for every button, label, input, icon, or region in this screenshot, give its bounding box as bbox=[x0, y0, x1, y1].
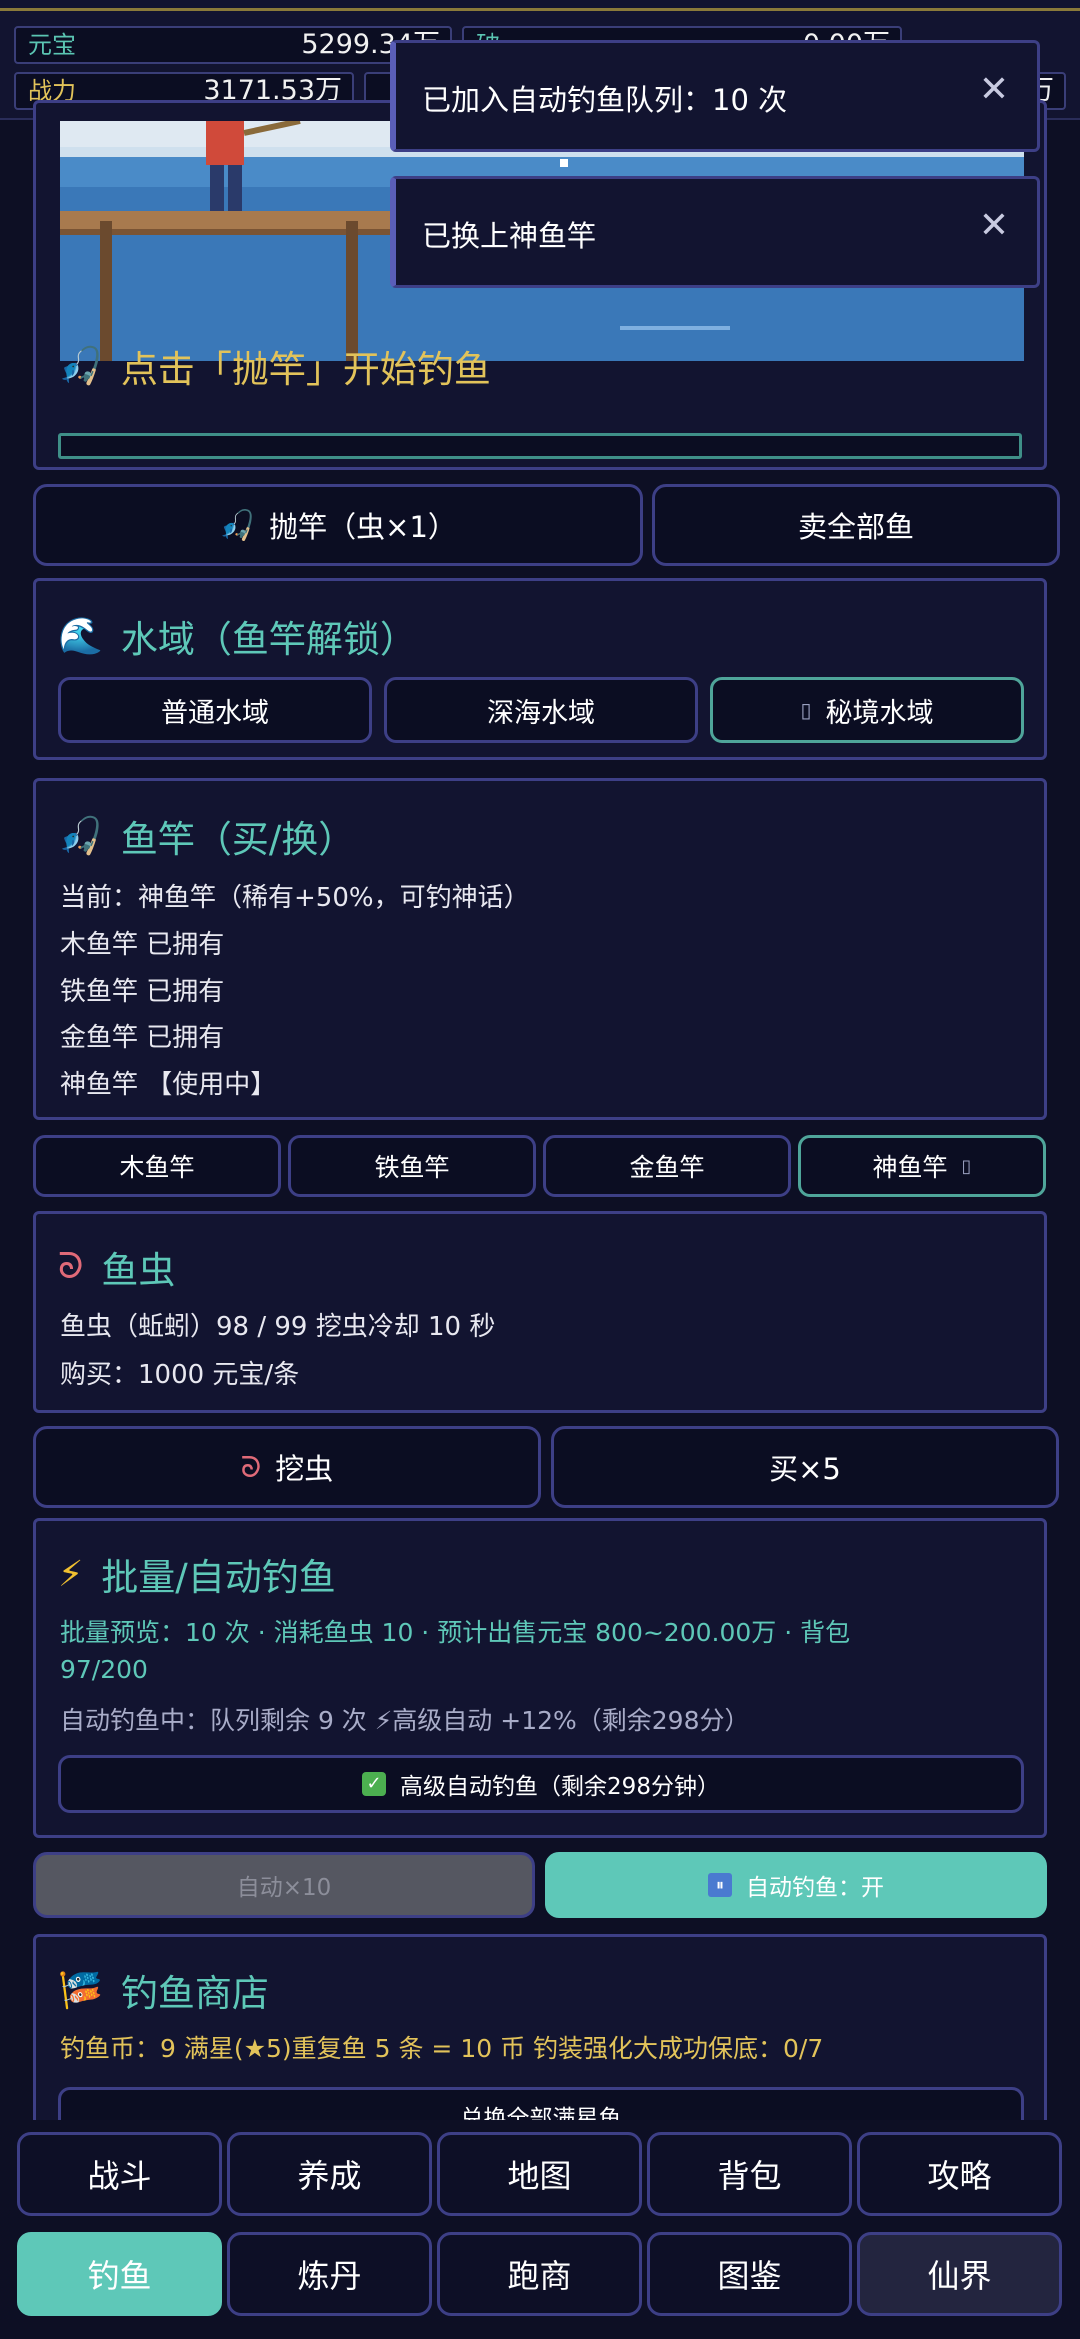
auto-x10-button-label: 自动×10 bbox=[236, 1875, 332, 1901]
dig-worm-button[interactable]: ᘐ 挖虫 bbox=[33, 1426, 541, 1508]
close-icon[interactable]: ✕ bbox=[979, 205, 1009, 246]
nav-trade-label: 跑商 bbox=[507, 2257, 572, 2295]
rod-current: 当前：神鱼竿（稀有+50%，可钓神话） bbox=[60, 883, 530, 913]
pause-icon: ⏸ bbox=[708, 1873, 732, 1897]
auto-fish-toggle-button[interactable]: ⏸ 自动钓鱼：开 bbox=[545, 1852, 1047, 1918]
water-option-normal-label: 普通水域 bbox=[161, 697, 269, 729]
nav-bag[interactable]: 背包 bbox=[647, 2132, 852, 2216]
water-option-deep[interactable]: 深海水域 bbox=[384, 677, 698, 743]
nav-guide[interactable]: 攻略 bbox=[857, 2132, 1062, 2216]
nav-cultivate[interactable]: 养成 bbox=[227, 2132, 432, 2216]
nav-battle[interactable]: 战斗 bbox=[17, 2132, 222, 2216]
cast-button[interactable]: 🎣 抛竿（虫×1） bbox=[33, 484, 643, 566]
sell-all-button[interactable]: 卖全部鱼 bbox=[652, 484, 1060, 566]
wave-icon: 🌊 bbox=[58, 616, 103, 657]
toast-rod-message: 已换上神鱼竿 bbox=[422, 219, 597, 253]
cast-button-label: 抛竿（虫×1） bbox=[269, 510, 457, 544]
nav-alchemy-label: 炼丹 bbox=[297, 2257, 362, 2295]
bottom-nav: 战斗 养成 地图 背包 攻略 钓鱼 炼丹 跑商 图鉴 仙界 bbox=[0, 2120, 1080, 2339]
rod-button-wood[interactable]: 木鱼竿 bbox=[33, 1135, 281, 1197]
water-option-normal[interactable]: 普通水域 bbox=[58, 677, 372, 743]
check-icon: ▯ bbox=[961, 1155, 972, 1177]
nav-fishing[interactable]: 钓鱼 bbox=[17, 2232, 222, 2316]
rod-list-item: 木鱼竿 已拥有 bbox=[60, 930, 225, 960]
shop-info: 钓鱼币：9 满星(★5)重复鱼 5 条 = 10 币 钓装强化大成功保底：0/7 bbox=[60, 2034, 824, 2063]
rods-panel: 🎣 鱼竿（买/换） 当前：神鱼竿（稀有+50%，可钓神话） 木鱼竿 已拥有 铁鱼… bbox=[33, 778, 1047, 1120]
buy-bait-button[interactable]: 买×5 bbox=[551, 1426, 1059, 1508]
auto-fish-panel: ⚡ 批量/自动钓鱼 批量预览：10 次 · 消耗鱼虫 10 · 预计出售元宝 8… bbox=[33, 1518, 1047, 1838]
rod-button-divine[interactable]: 神鱼竿 ▯ bbox=[798, 1135, 1046, 1197]
nav-guide-label: 攻略 bbox=[927, 2157, 992, 2195]
fishing-pole-icon: 🎣 bbox=[58, 346, 103, 387]
fishing-hint-text: 点击「抛竿」开始钓鱼 bbox=[120, 348, 491, 391]
bait-title: ᘐ 鱼虫 bbox=[58, 1240, 175, 1294]
toast-queue-message: 已加入自动钓鱼队列：10 次 bbox=[422, 83, 788, 117]
auto-x10-button[interactable]: 自动×10 bbox=[33, 1852, 535, 1918]
bait-price: 购买：1000 元宝/条 bbox=[60, 1360, 300, 1390]
rod-list-item: 金鱼竿 已拥有 bbox=[60, 1023, 225, 1053]
nav-cultivate-label: 养成 bbox=[297, 2157, 362, 2195]
lightning-icon: ⚡ bbox=[58, 1553, 84, 1595]
bait-title-text: 鱼虫 bbox=[101, 1249, 176, 1292]
rod-list-item: 铁鱼竿 已拥有 bbox=[60, 977, 225, 1007]
auto-fish-status: 自动钓鱼中：队列剩余 9 次 ⚡高级自动 +12%（剩余298分） bbox=[60, 1706, 750, 1735]
nav-alchemy[interactable]: 炼丹 bbox=[227, 2232, 432, 2316]
worm-icon: ᘐ bbox=[240, 1449, 262, 1484]
check-icon: ▯ bbox=[800, 698, 812, 722]
rod-list-item: 神鱼竿 【使用中】 bbox=[60, 1070, 277, 1100]
fishing-pole-icon: 🎣 bbox=[58, 816, 103, 857]
fishing-progress-bar bbox=[58, 433, 1022, 459]
toast-queue: 已加入自动钓鱼队列：10 次 ✕ bbox=[390, 40, 1040, 152]
nav-codex-label: 图鉴 bbox=[717, 2257, 782, 2295]
checkbox-checked-icon: ✓ bbox=[362, 1772, 387, 1796]
toast-rod: 已换上神鱼竿 ✕ bbox=[390, 176, 1040, 288]
rod-button-gold-label: 金鱼竿 bbox=[629, 1153, 705, 1182]
nav-trade[interactable]: 跑商 bbox=[437, 2232, 642, 2316]
bait-panel: ᘐ 鱼虫 鱼虫（蚯蚓）98 / 99 挖虫冷却 10 秒 购买：1000 元宝/… bbox=[33, 1211, 1047, 1413]
shop-flag-icon: 🎏 bbox=[58, 1970, 103, 2011]
auto-fish-toggle-label: 自动钓鱼：开 bbox=[746, 1875, 884, 1901]
auto-fish-preview-line1: 批量预览：10 次 · 消耗鱼虫 10 · 预计出售元宝 800~200.00万… bbox=[60, 1618, 851, 1647]
dig-worm-button-label: 挖虫 bbox=[275, 1452, 334, 1486]
fishing-hint: 🎣 点击「抛竿」开始钓鱼 bbox=[58, 339, 491, 393]
waters-title: 🌊 水域（鱼竿解锁） bbox=[58, 609, 417, 663]
stat-yuanbao-label: 元宝 bbox=[28, 31, 76, 59]
auto-fish-title: ⚡ 批量/自动钓鱼 bbox=[58, 1547, 336, 1601]
stat-yuanbao: 元宝 5299.34万 bbox=[14, 26, 452, 64]
water-option-secret-label: 秘境水域 bbox=[825, 697, 934, 729]
rods-title: 🎣 鱼竿（买/换） bbox=[58, 809, 355, 863]
rod-button-divine-label: 神鱼竿 bbox=[872, 1153, 948, 1182]
worm-icon: ᘐ bbox=[58, 1246, 84, 1287]
nav-bag-label: 背包 bbox=[717, 2157, 782, 2195]
bait-status: 鱼虫（蚯蚓）98 / 99 挖虫冷却 10 秒 bbox=[60, 1312, 496, 1342]
auto-fish-title-text: 批量/自动钓鱼 bbox=[101, 1556, 336, 1599]
buy-bait-button-label: 买×5 bbox=[769, 1452, 841, 1486]
nav-fishing-label: 钓鱼 bbox=[87, 2257, 152, 2295]
fishing-pole-icon: 🎣 bbox=[219, 507, 256, 542]
nav-map-label: 地图 bbox=[507, 2157, 572, 2195]
rod-button-wood-label: 木鱼竿 bbox=[119, 1153, 195, 1182]
shop-title: 🎏 钓鱼商店 bbox=[58, 1963, 269, 2017]
rods-title-text: 鱼竿（买/换） bbox=[120, 818, 356, 861]
nav-immortal-realm-label: 仙界 bbox=[927, 2257, 992, 2295]
auto-fish-preview-line2: 97/200 bbox=[60, 1655, 148, 1684]
rod-button-iron-label: 铁鱼竿 bbox=[374, 1153, 450, 1182]
advanced-auto-toggle[interactable]: ✓ 高级自动钓鱼（剩余298分钟） bbox=[58, 1755, 1024, 1813]
sell-all-button-label: 卖全部鱼 bbox=[797, 510, 914, 544]
nav-codex[interactable]: 图鉴 bbox=[647, 2232, 852, 2316]
rod-button-gold[interactable]: 金鱼竿 bbox=[543, 1135, 791, 1197]
nav-battle-label: 战斗 bbox=[87, 2157, 152, 2195]
waters-title-text: 水域（鱼竿解锁） bbox=[120, 618, 417, 661]
rod-button-iron[interactable]: 铁鱼竿 bbox=[288, 1135, 536, 1197]
waters-panel: 🌊 水域（鱼竿解锁） 普通水域 深海水域 ▯ 秘境水域 bbox=[33, 578, 1047, 760]
water-option-secret[interactable]: ▯ 秘境水域 bbox=[710, 677, 1024, 743]
water-option-deep-label: 深海水域 bbox=[487, 697, 595, 729]
shop-title-text: 钓鱼商店 bbox=[120, 1972, 269, 2015]
nav-immortal-realm[interactable]: 仙界 bbox=[857, 2232, 1062, 2316]
advanced-auto-toggle-label: 高级自动钓鱼（剩余298分钟） bbox=[400, 1774, 720, 1800]
close-icon[interactable]: ✕ bbox=[979, 69, 1009, 110]
nav-map[interactable]: 地图 bbox=[437, 2132, 642, 2216]
top-divider bbox=[0, 8, 1080, 11]
